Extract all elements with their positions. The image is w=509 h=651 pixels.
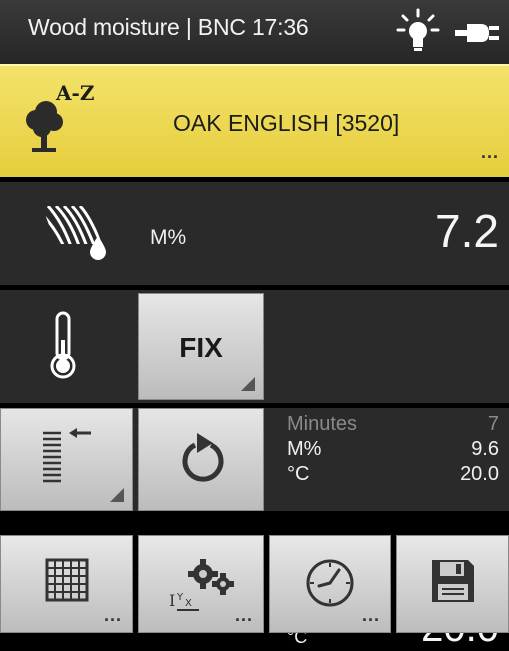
log-label: Minutes <box>287 413 358 435</box>
log-label: M% <box>287 438 322 460</box>
more-indicator: ... <box>103 605 122 625</box>
device-screen: Wood moisture | BNC 17:36 A-Z OAK ENGLIS… <box>0 0 509 650</box>
logging-summary: Minutes 7 M% 9.6 °C 20.0 <box>287 412 499 487</box>
clock-icon <box>306 559 354 607</box>
more-options-indicator: ... <box>480 142 499 162</box>
log-value: 7 <box>487 413 499 435</box>
bottom-toolbar: ... I Y X ... ... <box>0 535 509 633</box>
floppy-disk-icon <box>431 560 474 602</box>
wood-grain-moisture-icon <box>42 206 106 260</box>
submenu-indicator-icon <box>110 488 124 502</box>
status-bar: Wood moisture | BNC 17:36 <box>0 0 509 64</box>
temperature-mode-button[interactable]: FIX <box>138 293 264 400</box>
logging-interval-button[interactable] <box>0 408 133 511</box>
log-label: °C <box>287 463 310 485</box>
wood-type-selector[interactable]: A-Z OAK ENGLISH [3520] ... <box>0 64 509 177</box>
svg-text:I: I <box>169 591 175 610</box>
moisture-unit: M% <box>150 226 187 249</box>
svg-text:X: X <box>185 598 192 609</box>
moisture-value: 7.2 <box>435 205 499 257</box>
lightbulb-icon <box>396 8 440 51</box>
settings-button[interactable]: I Y X ... <box>138 535 264 633</box>
more-indicator: ... <box>234 605 253 625</box>
log-row-moisture: M% 9.6 <box>287 437 499 462</box>
az-label: A-Z <box>55 81 94 105</box>
svg-text:Y: Y <box>176 592 184 603</box>
log-value: 9.6 <box>471 438 499 460</box>
log-row-temperature: °C 20.0 <box>287 462 499 487</box>
clock-button[interactable]: ... <box>269 535 391 633</box>
moisture-reading-row: M% 7.2 <box>0 182 509 285</box>
save-button[interactable] <box>396 535 509 633</box>
interval-scale-icon <box>43 428 91 483</box>
grid-icon <box>45 558 88 602</box>
tree-az-icon: A-Z <box>26 81 94 152</box>
status-title: Wood moisture | BNC 17:36 <box>28 14 309 40</box>
log-row-minutes: Minutes 7 <box>287 412 499 437</box>
power-plug-icon <box>455 24 499 42</box>
wood-type-name: OAK ENGLISH [3520] <box>173 110 400 136</box>
more-indicator: ... <box>361 605 380 625</box>
log-value: 20.0 <box>460 463 499 485</box>
fix-label: FIX <box>179 332 223 363</box>
refresh-icon <box>182 433 224 482</box>
restart-logging-button[interactable] <box>138 408 264 511</box>
settings-gears-icon: I Y X <box>169 559 234 611</box>
thermometer-icon <box>50 311 76 379</box>
table-view-button[interactable]: ... <box>0 535 133 633</box>
submenu-indicator-icon <box>241 377 255 391</box>
